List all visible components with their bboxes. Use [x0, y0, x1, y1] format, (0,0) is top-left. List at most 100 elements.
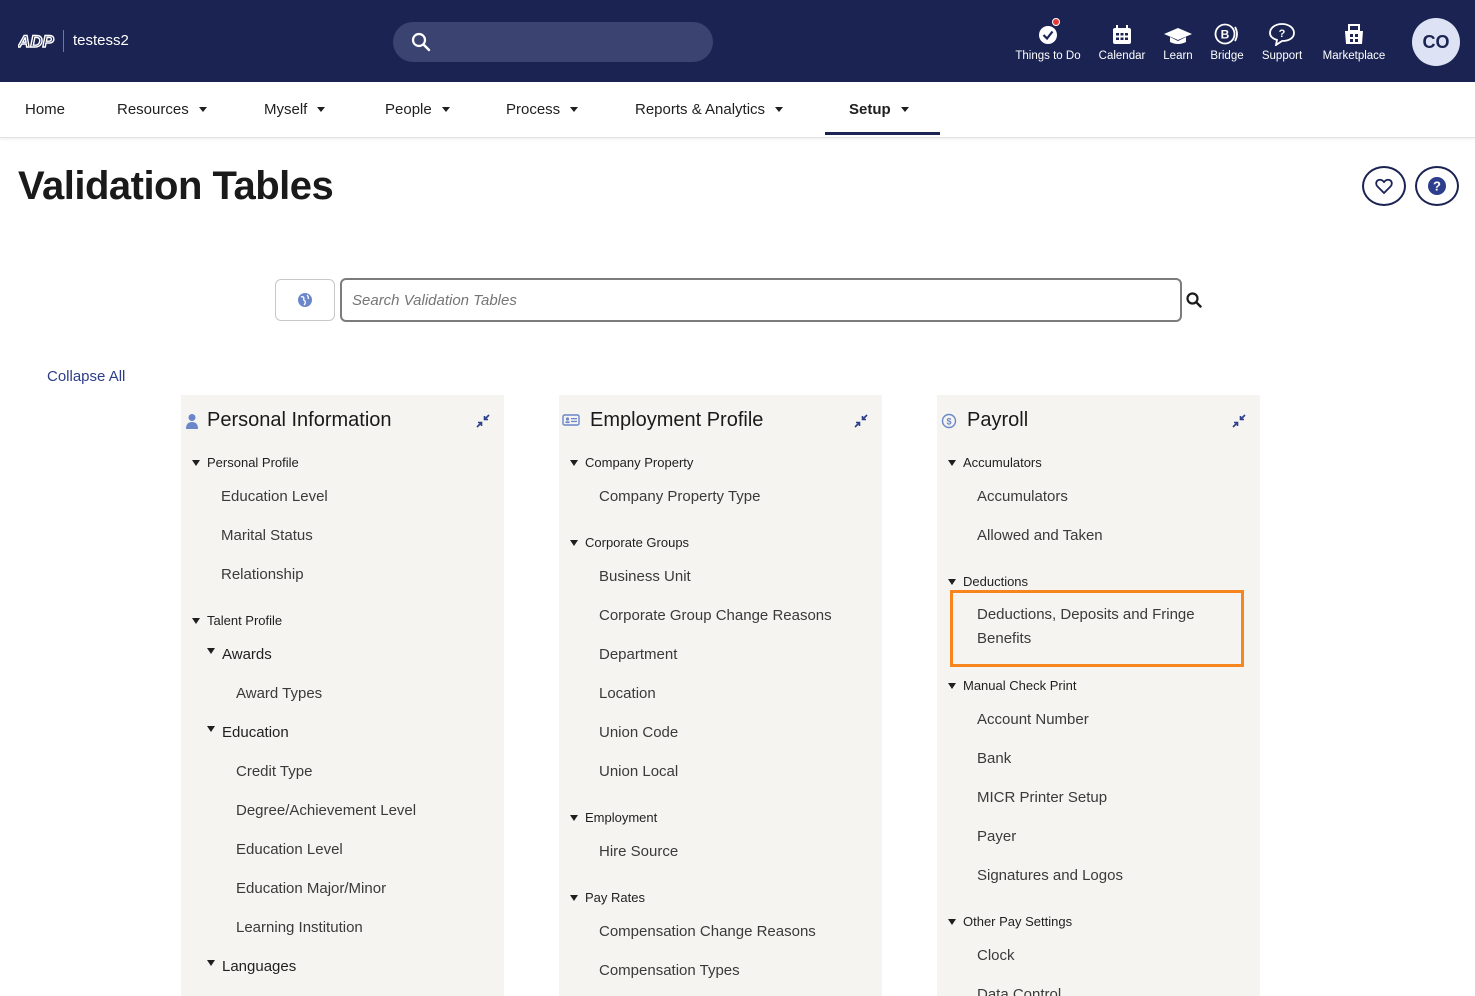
calendar-icon: [1113, 25, 1131, 44]
validation-tables-search-input[interactable]: [340, 278, 1182, 322]
list-item[interactable]: Education Major/Minor: [236, 880, 386, 897]
marketplace-button[interactable]: Marketplace: [1318, 16, 1390, 62]
caret-down-icon: [948, 682, 956, 689]
svg-text:B: B: [1221, 28, 1230, 42]
collapse-arrows-icon[interactable]: [854, 414, 868, 428]
collapse-arrows-icon[interactable]: [476, 414, 490, 428]
caret-down-icon: [570, 814, 578, 821]
caret-down-icon: [948, 578, 956, 585]
list-item[interactable]: Relationship: [221, 566, 304, 583]
top-header: ADP testess2 Things to Do Calendar Learn…: [0, 0, 1475, 82]
list-item[interactable]: Bank: [977, 750, 1011, 767]
group-pay-rates[interactable]: Pay Rates: [570, 890, 645, 905]
group-employment[interactable]: Employment: [570, 810, 657, 825]
group-deductions[interactable]: Deductions: [948, 574, 1028, 589]
subgroup-languages[interactable]: Languages: [207, 958, 296, 975]
heart-icon: [1375, 178, 1393, 194]
list-item[interactable]: Business Unit: [599, 568, 691, 585]
notification-dot: [1052, 18, 1060, 26]
caret-down-icon: [570, 894, 578, 901]
graduation-cap-icon: [1164, 28, 1192, 44]
caret-down-icon: [192, 617, 200, 624]
list-item[interactable]: Allowed and Taken: [977, 527, 1103, 544]
support-button[interactable]: ? Support: [1258, 16, 1306, 62]
list-item[interactable]: Department: [599, 646, 677, 663]
svg-text:$: $: [946, 417, 951, 427]
search-icon[interactable]: [1186, 292, 1202, 308]
list-item[interactable]: Signatures and Logos: [977, 867, 1123, 884]
id-card-icon: [562, 414, 580, 426]
support-chat-icon: ?: [1269, 23, 1295, 46]
bridge-button[interactable]: B Bridge: [1207, 16, 1247, 62]
group-company-property[interactable]: Company Property: [570, 455, 693, 470]
subgroup-awards[interactable]: Awards: [207, 646, 272, 663]
checkmark-badge-icon: [1039, 26, 1057, 44]
marketplace-icon: [1345, 24, 1363, 44]
list-item[interactable]: MICR Printer Setup: [977, 789, 1107, 806]
nav-reports-analytics[interactable]: Reports & Analytics: [635, 101, 784, 118]
nav-myself[interactable]: Myself: [264, 101, 326, 118]
main-nav: Home Resources Myself People Process Rep…: [0, 82, 1475, 138]
subgroup-education[interactable]: Education: [207, 724, 289, 741]
nav-setup[interactable]: Setup: [849, 101, 909, 118]
chevron-down-icon: [317, 107, 326, 112]
group-personal-profile[interactable]: Personal Profile: [192, 455, 299, 470]
group-corporate-groups[interactable]: Corporate Groups: [570, 535, 689, 550]
list-item[interactable]: Learning Institution: [236, 919, 363, 936]
group-talent-profile[interactable]: Talent Profile: [192, 613, 282, 628]
global-search[interactable]: [393, 22, 713, 62]
user-avatar[interactable]: CO: [1412, 18, 1460, 66]
list-item[interactable]: Education Level: [236, 841, 343, 858]
list-item[interactable]: Company Property Type: [599, 488, 760, 505]
list-item[interactable]: Award Types: [236, 685, 322, 702]
list-item[interactable]: Education Level: [221, 488, 328, 505]
panel-header: $ Payroll: [937, 409, 1260, 435]
nav-people[interactable]: People: [385, 101, 450, 118]
person-icon: [186, 414, 198, 429]
group-other-pay-settings[interactable]: Other Pay Settings: [948, 914, 1072, 929]
collapse-arrows-icon[interactable]: [1232, 414, 1246, 428]
help-icon: ?: [1428, 177, 1446, 195]
group-manual-check-print[interactable]: Manual Check Print: [948, 678, 1076, 693]
list-item[interactable]: Data Control: [977, 986, 1061, 996]
list-item[interactable]: Credit Type: [236, 763, 312, 780]
list-item[interactable]: Accumulators: [977, 488, 1068, 505]
adp-logo[interactable]: ADP: [18, 30, 56, 52]
chevron-down-icon: [775, 107, 784, 112]
svg-text:ADP: ADP: [18, 32, 55, 50]
list-item[interactable]: Hire Source: [599, 843, 678, 860]
collapse-all-link[interactable]: Collapse All: [47, 368, 125, 385]
help-button[interactable]: ?: [1415, 166, 1459, 206]
chevron-down-icon: [441, 107, 450, 112]
list-item[interactable]: Degree/Achievement Level: [236, 802, 416, 819]
nav-home[interactable]: Home: [25, 101, 65, 118]
list-item[interactable]: Compensation Types: [599, 962, 740, 979]
list-item[interactable]: Payer: [977, 828, 1016, 845]
list-item[interactable]: Union Code: [599, 724, 678, 741]
list-item[interactable]: Union Local: [599, 763, 678, 780]
global-scope-button[interactable]: [275, 279, 335, 321]
list-item[interactable]: Clock: [977, 947, 1015, 964]
nav-resources[interactable]: Resources: [117, 101, 207, 118]
list-item[interactable]: Corporate Group Change Reasons: [599, 607, 832, 624]
list-item[interactable]: Location: [599, 685, 656, 702]
list-item[interactable]: Account Number: [977, 711, 1089, 728]
nav-process[interactable]: Process: [506, 101, 579, 118]
bridge-icon: B: [1214, 23, 1238, 45]
caret-down-icon: [948, 459, 956, 466]
caret-down-icon: [570, 459, 578, 466]
panel-personal-information: Personal Information Personal Profile Ed…: [181, 395, 504, 996]
panel-header: Employment Profile: [559, 409, 882, 435]
learn-button[interactable]: Learn: [1160, 16, 1196, 62]
svg-text:?: ?: [1279, 28, 1286, 40]
group-accumulators[interactable]: Accumulators: [948, 455, 1042, 470]
logo-divider: [63, 30, 64, 52]
list-item[interactable]: Compensation Change Reasons: [599, 923, 816, 940]
calendar-button[interactable]: Calendar: [1096, 16, 1148, 62]
favorite-button[interactable]: [1362, 166, 1406, 206]
list-item[interactable]: Marital Status: [221, 527, 313, 544]
dollar-coin-icon: $: [941, 413, 957, 429]
svg-text:?: ?: [1433, 179, 1441, 194]
page-title: Validation Tables: [18, 164, 334, 208]
things-to-do-button[interactable]: Things to Do: [1012, 16, 1084, 62]
